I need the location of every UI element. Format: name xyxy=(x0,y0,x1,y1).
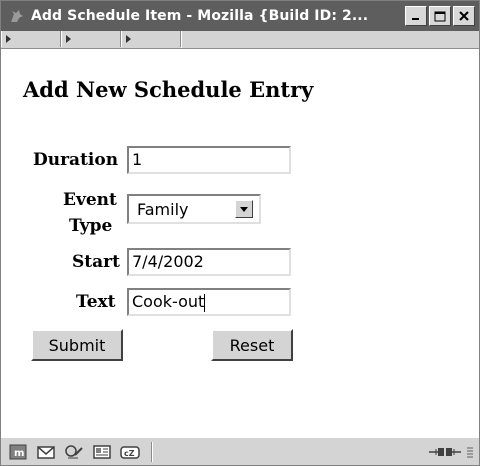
toolbar-grippy-3[interactable] xyxy=(121,31,181,47)
svg-text:m: m xyxy=(14,448,24,459)
event-type-selected-value: Family xyxy=(137,199,189,219)
duration-label: Duration xyxy=(33,150,119,170)
irc-chat-icon[interactable]: cZ xyxy=(119,443,141,461)
browser-window: Add Schedule Item - Mozilla {Build ID: 2… xyxy=(0,0,480,466)
start-label: Start xyxy=(72,252,120,272)
mail-icon[interactable] xyxy=(35,443,57,461)
addressbook-icon[interactable] xyxy=(91,443,113,461)
collapse-arrow-icon xyxy=(6,35,11,43)
composer-icon[interactable] xyxy=(63,443,85,461)
event-type-label-line1: Event xyxy=(63,190,117,210)
toolbar-empty-area xyxy=(181,31,479,48)
duration-input[interactable]: 1 xyxy=(127,146,291,174)
navigator-icon[interactable]: m xyxy=(7,443,29,461)
text-input[interactable]: Cook-out xyxy=(127,288,291,316)
close-button[interactable] xyxy=(453,6,475,26)
window-title: Add Schedule Item - Mozilla {Build ID: 2… xyxy=(31,8,369,24)
svg-text:cZ: cZ xyxy=(124,449,135,458)
maximize-button[interactable] xyxy=(429,6,451,26)
page-heading: Add New Schedule Entry xyxy=(23,77,314,102)
text-value: Cook-out xyxy=(132,292,205,311)
toolbar-grippy-row xyxy=(1,31,479,49)
submit-button[interactable]: Submit xyxy=(31,329,123,361)
resize-grip-icon[interactable] xyxy=(465,443,475,461)
collapse-arrow-icon xyxy=(126,35,131,43)
event-type-select[interactable]: Family xyxy=(127,194,261,224)
reset-button[interactable]: Reset xyxy=(211,329,293,361)
statusbar-separator xyxy=(151,441,153,462)
duration-value: 1 xyxy=(132,150,143,169)
connection-plug-icon[interactable] xyxy=(427,443,463,461)
status-bar: m cZ xyxy=(1,437,479,465)
mozilla-icon xyxy=(7,6,27,26)
start-value: 7/4/2002 xyxy=(132,252,204,271)
toolbar-grippy-1[interactable] xyxy=(1,31,61,47)
event-type-label-line2: Type xyxy=(69,216,113,236)
toolbar-grippy-2[interactable] xyxy=(61,31,121,47)
title-bar[interactable]: Add Schedule Item - Mozilla {Build ID: 2… xyxy=(1,1,479,31)
start-input[interactable]: 7/4/2002 xyxy=(127,248,291,276)
text-label: Text xyxy=(76,292,116,312)
collapse-arrow-icon xyxy=(66,35,71,43)
text-caret xyxy=(204,293,206,312)
minimize-button[interactable] xyxy=(405,6,427,26)
dropdown-arrow-icon[interactable] xyxy=(235,200,253,218)
page-content: Add New Schedule Entry Duration 1 Event … xyxy=(1,49,479,437)
